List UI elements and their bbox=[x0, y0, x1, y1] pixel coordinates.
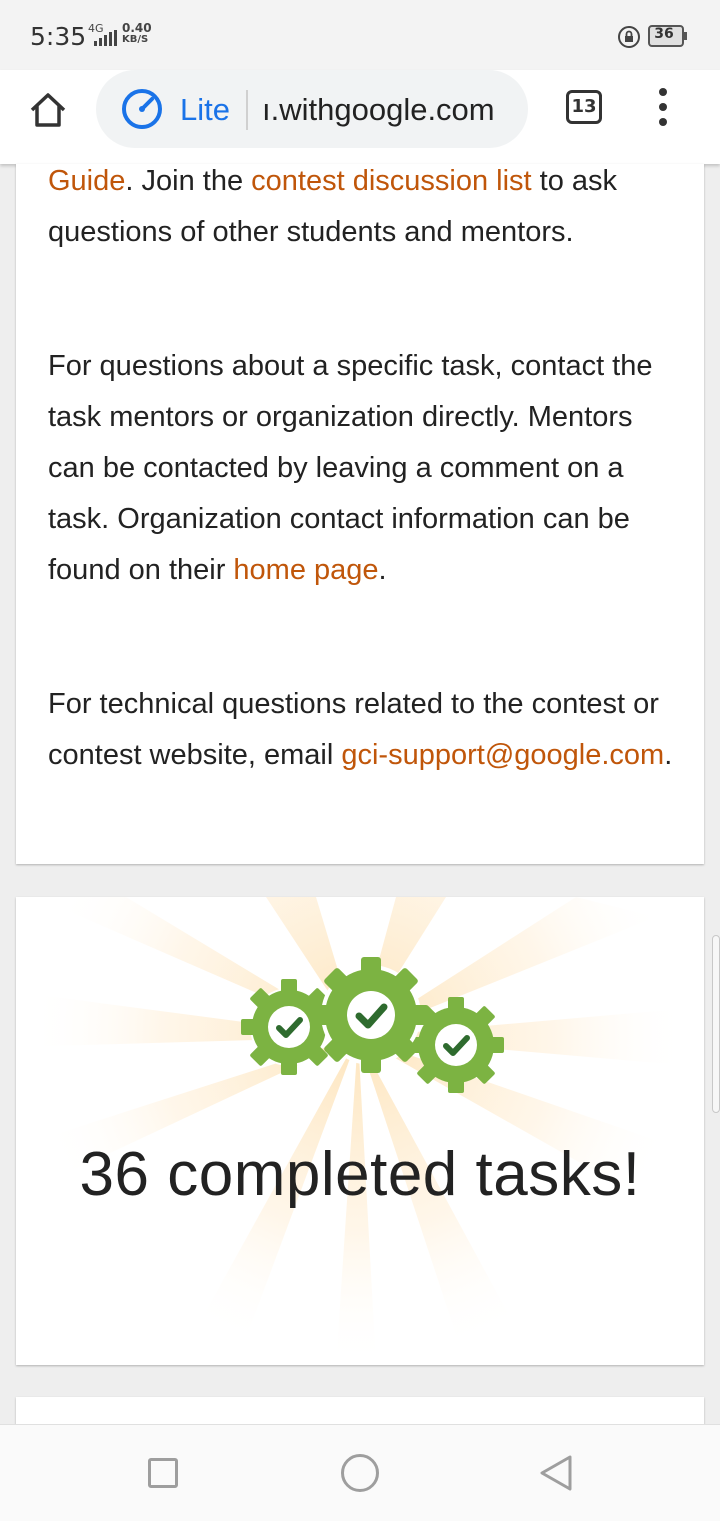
paragraph-text: . bbox=[378, 554, 387, 586]
gears-checkmark-icon bbox=[241, 957, 504, 1093]
lite-label: Lite bbox=[180, 92, 230, 127]
network-speed: 0.40 KB/S bbox=[122, 22, 152, 46]
battery-icon: 36 bbox=[648, 25, 687, 47]
home-button[interactable] bbox=[341, 1454, 379, 1492]
paragraph-discussion: Guide. Join the contest discussion list … bbox=[48, 156, 678, 258]
speed-unit: KB/S bbox=[122, 34, 149, 45]
battery-level: 36 bbox=[654, 26, 674, 42]
completed-tasks-text: 36 completed tasks! bbox=[79, 1140, 641, 1209]
battery-nub bbox=[684, 32, 687, 40]
paragraph-text: . bbox=[664, 739, 673, 771]
url-text[interactable]: ı.withgoogle.com bbox=[262, 92, 512, 128]
completed-tasks-card: 36 completed tasks! bbox=[16, 897, 704, 1365]
tab-switcher-button[interactable]: 13 bbox=[566, 90, 602, 124]
guide-link[interactable]: Guide bbox=[48, 165, 125, 197]
lite-mode-icon bbox=[122, 89, 162, 129]
scrollbar-thumb[interactable] bbox=[712, 935, 720, 1113]
status-bar: 5:35 4G 0.40 KB/S 36 bbox=[0, 0, 720, 70]
signal-icon bbox=[94, 30, 117, 46]
browser-toolbar: Lite ı.withgoogle.com 13 bbox=[0, 70, 720, 164]
rotation-lock-icon bbox=[618, 26, 640, 48]
overflow-menu-icon[interactable] bbox=[652, 88, 674, 134]
clock: 5:35 bbox=[30, 22, 87, 51]
paragraph-text: For questions about a specific task, con… bbox=[48, 350, 653, 586]
speed-value: 0.40 bbox=[122, 21, 152, 35]
recents-button[interactable] bbox=[148, 1458, 178, 1488]
system-navigation-bar bbox=[0, 1424, 720, 1521]
home-icon[interactable] bbox=[26, 88, 70, 132]
address-divider bbox=[246, 90, 248, 130]
support-email-link[interactable]: gci-support@google.com bbox=[341, 739, 664, 771]
paragraph-technical-questions: For technical questions related to the c… bbox=[48, 679, 678, 781]
help-card: Guide. Join the contest discussion list … bbox=[16, 164, 704, 864]
paragraph-text: . Join the bbox=[125, 165, 252, 197]
home-page-link[interactable]: home page bbox=[233, 554, 378, 586]
paragraph-task-questions: For questions about a specific task, con… bbox=[48, 341, 678, 596]
back-icon[interactable] bbox=[538, 1453, 574, 1493]
discussion-list-link[interactable]: contest discussion list bbox=[251, 165, 531, 197]
address-bar[interactable]: Lite ı.withgoogle.com bbox=[96, 70, 528, 148]
